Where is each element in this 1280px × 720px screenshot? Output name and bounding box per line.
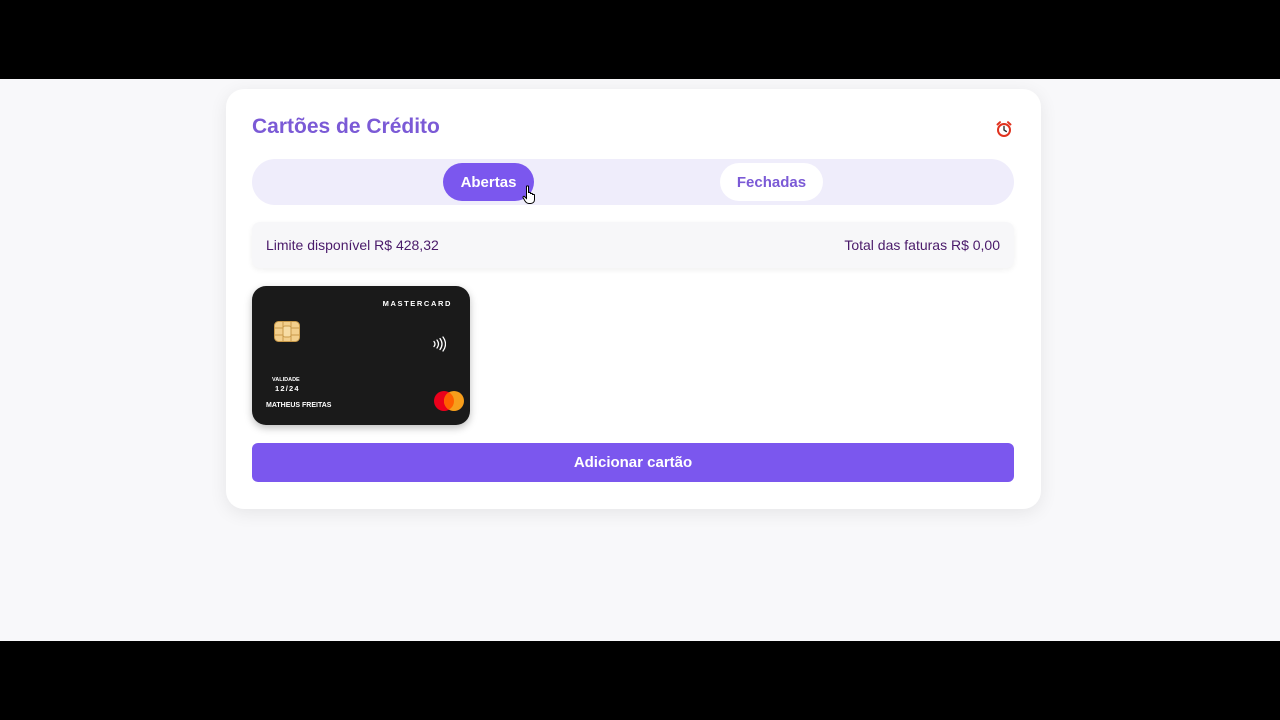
credit-cards-panel: Cartões de Crédito Abertas Fechadas Limi… <box>226 89 1041 509</box>
alarm-clock-icon[interactable] <box>995 120 1013 138</box>
card-summary-bar: Limite disponível R$ 428,32 Total das fa… <box>252 222 1014 268</box>
card-validity-label: VALIDADE <box>272 377 300 383</box>
tab-abertas[interactable]: Abertas <box>443 163 534 201</box>
letterbox-bottom <box>0 641 1280 720</box>
page-title: Cartões de Crédito <box>252 115 440 138</box>
app-viewport: Cartões de Crédito Abertas Fechadas Limi… <box>0 79 1280 641</box>
credit-card-mastercard[interactable]: MASTERCARD VALIDADE 12/24 MATHEUS FREITA… <box>252 286 470 425</box>
card-validity-value: 12/24 <box>275 384 300 393</box>
add-card-button[interactable]: Adicionar cartão <box>252 443 1014 482</box>
invoice-status-tabs: Abertas Fechadas <box>252 159 1014 205</box>
letterbox-top <box>0 0 1280 79</box>
available-limit: Limite disponível R$ 428,32 <box>266 237 439 253</box>
contactless-icon <box>433 336 446 352</box>
mastercard-logo-icon <box>434 391 464 411</box>
invoices-total: Total das faturas R$ 0,00 <box>844 237 1000 253</box>
card-chip-icon <box>274 321 300 342</box>
tab-fechadas[interactable]: Fechadas <box>720 163 823 201</box>
card-brand: MASTERCARD <box>382 299 452 308</box>
card-holder-name: MATHEUS FREITAS <box>266 402 332 409</box>
